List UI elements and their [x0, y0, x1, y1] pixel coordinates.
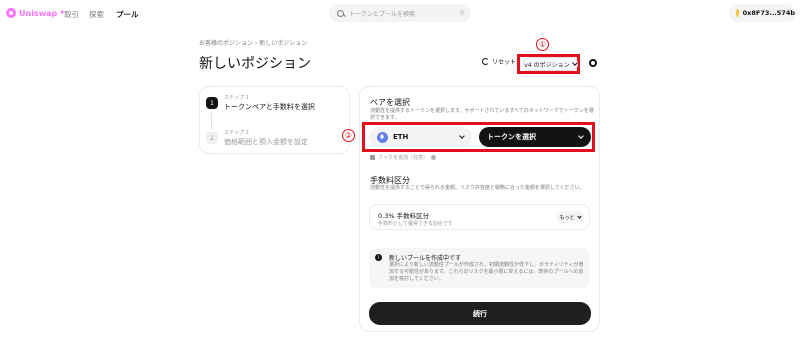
steps-card: 1 ステップ 1 トークンペアと手数料を選択 2 ステップ 2 価格範囲と預入金… [199, 86, 350, 154]
gear-icon[interactable] [589, 59, 597, 67]
search-placeholder: トークンとプールを検索 [349, 10, 416, 18]
notice-title: 新しいプールを作成中です [389, 255, 462, 262]
fee-tier-subtitle: 手数料として獲得できる割合です [378, 221, 453, 227]
info-icon: i [375, 254, 382, 261]
new-pool-notice: i 新しいプールを作成中です 選択により新しい流動性プールが作成され、初期流動性… [369, 248, 590, 288]
page-title: 新しいポジション [199, 56, 311, 72]
pair-section-description: 流動性を提供するトークンを選択します。サポートされているすべてのネットワークでト… [370, 108, 594, 121]
annotation-marker-2: ② [342, 129, 355, 142]
wallet-button[interactable]: 0x8F73...574b [729, 4, 795, 22]
highlight-box-pair [362, 122, 595, 152]
step-2-number: 2 [206, 132, 218, 144]
step-1-label: ステップ 1 [224, 95, 249, 101]
chevron-down-icon [576, 213, 582, 219]
position-version-label: v4 のポジション [524, 61, 570, 69]
breadcrumb[interactable]: お客様のポジション › 新しいポジション [199, 38, 307, 47]
reset-button[interactable]: リセット [482, 57, 516, 66]
fee-section-description: 流動性を提供することで得られる金額。リスク許容度と戦略に合った金額を選択してくだ… [370, 185, 585, 191]
search-input[interactable]: トークンとプールを検索 / [329, 4, 471, 22]
continue-button[interactable]: 続行 [369, 302, 591, 325]
top-nav: Uniswap ▼ 取引 探索 プール トークンとプールを検索 / 0x8F73… [0, 0, 800, 28]
hook-icon [370, 155, 375, 160]
position-form-card: ペアを選択 流動性を提供するトークンを選択します。サポートされているすべてのネッ… [359, 86, 600, 332]
step-connector [211, 113, 212, 129]
chevron-down-icon [571, 60, 578, 66]
info-icon [431, 155, 437, 160]
wallet-avatar [736, 9, 739, 17]
more-fee-tiers-button[interactable]: もっと [556, 211, 584, 223]
step-1-number: 1 [206, 97, 218, 109]
position-version-dropdown[interactable]: v4 のポジション [523, 57, 578, 71]
step-2-title: 価格範囲と預入金額を設定 [224, 138, 308, 146]
annotation-marker-1: ① [536, 38, 549, 51]
search-shortcut-key: / [459, 10, 465, 16]
brand-logo[interactable]: Uniswap ▼ [6, 8, 64, 18]
fee-tier-title: 0.3% 手数料区分 [378, 212, 430, 220]
search-icon [337, 9, 344, 17]
brand-name: Uniswap [19, 8, 58, 18]
pair-section-title: ペアを選択 [370, 98, 410, 107]
reset-icon [482, 58, 489, 65]
notice-body: 選択により新しい流動性プールが作成され、初期流動性が低下し、ボラティリティが増加… [389, 262, 584, 282]
add-hook-label: フックを追加（任意） [378, 155, 429, 161]
step-2-label: ステップ 2 [224, 130, 249, 136]
nav-link-trade[interactable]: 取引 [64, 9, 79, 20]
uniswap-logo-icon [6, 8, 16, 18]
step-1-title: トークンペアと手数料を選択 [224, 103, 315, 111]
reset-label: リセット [492, 59, 517, 66]
fee-tier-box: 0.3% 手数料区分 手数料として獲得できる割合です もっと [369, 204, 590, 230]
nav-link-pool[interactable]: プール [116, 9, 139, 20]
nav-link-explore[interactable]: 探索 [89, 9, 104, 20]
wallet-address: 0x8F73...574b [742, 9, 795, 17]
add-hook-link[interactable]: フックを追加（任意） [370, 154, 437, 161]
more-label: もっと [559, 214, 575, 221]
